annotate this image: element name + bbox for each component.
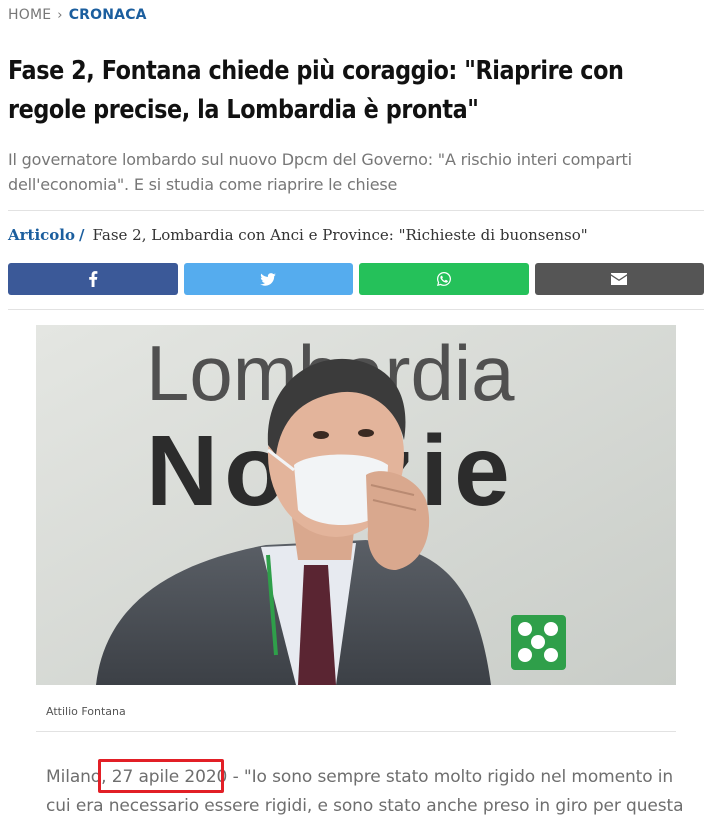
related-article-slash: / [79,226,85,244]
share-whatsapp-button[interactable] [359,263,529,295]
backdrop-logo [511,615,566,670]
envelope-icon [611,273,628,285]
breadcrumb-home-link[interactable]: HOME [8,7,51,23]
related-article: Articolo / Fase 2, Lombardia con Anci e … [8,226,588,244]
breadcrumb: HOME › CRONACA [8,7,147,23]
share-email-button[interactable] [534,263,704,295]
breadcrumb-separator: › [57,7,63,23]
article-photo[interactable]: Lombardia Notizie [36,325,676,685]
photo-illustration: Lombardia Notizie [36,325,676,685]
divider [8,210,704,211]
share-twitter-button[interactable] [183,263,353,295]
dateline-place: Milano, [46,767,107,787]
article-subtitle: Il governatore lombardo sul nuovo Dpcm d… [8,150,632,194]
divider [36,731,676,732]
divider [8,309,704,310]
share-facebook-button[interactable] [8,263,178,295]
related-article-kind: Articolo [8,226,76,244]
facebook-icon [88,271,98,287]
dateline-date: 27 apile 2020 [111,767,228,787]
article-body: Milano, 27 apile 2020 - "Io sono sempre … [46,763,686,821]
twitter-icon [260,272,277,286]
related-article-link[interactable]: Fase 2, Lombardia con Anci e Province: "… [93,226,588,244]
share-bar [8,263,704,295]
article-title: Fase 2, Fontana chiede più coraggio: "Ri… [8,56,624,125]
photo-caption: Attilio Fontana [46,705,126,718]
whatsapp-icon [436,271,452,287]
breadcrumb-section-link[interactable]: CRONACA [69,7,147,23]
